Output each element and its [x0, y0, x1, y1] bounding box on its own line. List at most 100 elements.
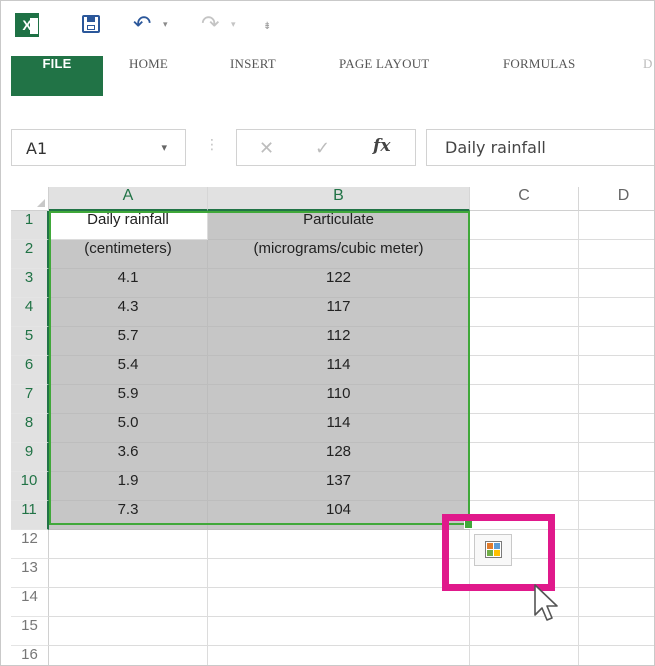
- tab-file[interactable]: FILE: [11, 56, 103, 96]
- enter-icon[interactable]: ✓: [315, 138, 330, 159]
- cell-d5[interactable]: [579, 327, 654, 356]
- row-header[interactable]: 4: [11, 298, 49, 327]
- undo-dropdown-icon[interactable]: ▾: [163, 20, 168, 30]
- cell-a12[interactable]: [49, 530, 208, 559]
- cell-a9[interactable]: 3.6: [49, 443, 208, 472]
- cell-c9[interactable]: [470, 443, 579, 472]
- cell-c16[interactable]: [470, 646, 579, 665]
- cell-d6[interactable]: [579, 356, 654, 385]
- cell-c2[interactable]: [470, 240, 579, 269]
- row-header[interactable]: 15: [11, 617, 49, 646]
- undo-icon[interactable]: ↶: [133, 12, 151, 37]
- cell-a4[interactable]: 4.3: [49, 298, 208, 327]
- cancel-icon[interactable]: ✕: [259, 138, 274, 159]
- tab-insert[interactable]: INSERT: [230, 56, 276, 96]
- row-header[interactable]: 16: [11, 646, 49, 665]
- cell-d8[interactable]: [579, 414, 654, 443]
- cell-d1[interactable]: [579, 211, 654, 240]
- cell-b9[interactable]: 128: [208, 443, 470, 472]
- cell-c11[interactable]: [470, 501, 579, 530]
- cell-b15[interactable]: [208, 617, 470, 646]
- row-header[interactable]: 9: [11, 443, 49, 472]
- cell-a11[interactable]: 7.3: [49, 501, 208, 530]
- row-header[interactable]: 12: [11, 530, 49, 559]
- row-header[interactable]: 14: [11, 588, 49, 617]
- cell-d11[interactable]: [579, 501, 654, 530]
- cell-d13[interactable]: [579, 559, 654, 588]
- cell-d12[interactable]: [579, 530, 654, 559]
- cell-a1[interactable]: Daily rainfall: [49, 211, 208, 240]
- tab-formulas[interactable]: FORMULAS: [503, 56, 575, 96]
- formula-bar-grip-icon[interactable]: ⋮: [205, 137, 219, 153]
- cell-d9[interactable]: [579, 443, 654, 472]
- insert-function-icon[interactable]: fx: [373, 136, 390, 156]
- quick-analysis-button[interactable]: [474, 534, 512, 566]
- row-header[interactable]: 1: [11, 211, 49, 240]
- cell-d10[interactable]: [579, 472, 654, 501]
- cell-a5[interactable]: 5.7: [49, 327, 208, 356]
- row-header[interactable]: 10: [11, 472, 49, 501]
- cell-a8[interactable]: 5.0: [49, 414, 208, 443]
- row-header[interactable]: 11: [11, 501, 49, 530]
- cell-a2[interactable]: (centimeters): [49, 240, 208, 269]
- cell-a10[interactable]: 1.9: [49, 472, 208, 501]
- cell-b3[interactable]: 122: [208, 269, 470, 298]
- cell-b12[interactable]: [208, 530, 470, 559]
- cell-b13[interactable]: [208, 559, 470, 588]
- cell-d3[interactable]: [579, 269, 654, 298]
- select-all-button[interactable]: [11, 187, 49, 211]
- cell-d14[interactable]: [579, 588, 654, 617]
- cell-c10[interactable]: [470, 472, 579, 501]
- cell-b4[interactable]: 117: [208, 298, 470, 327]
- cell-a7[interactable]: 5.9: [49, 385, 208, 414]
- column-header-d[interactable]: D: [579, 187, 654, 211]
- redo-icon[interactable]: ↷: [201, 12, 219, 37]
- cell-d2[interactable]: [579, 240, 654, 269]
- tab-page-layout[interactable]: PAGE LAYOUT: [339, 56, 429, 96]
- name-box[interactable]: A1 ▾: [11, 129, 186, 166]
- cell-a14[interactable]: [49, 588, 208, 617]
- cell-b8[interactable]: 114: [208, 414, 470, 443]
- row-header[interactable]: 6: [11, 356, 49, 385]
- fill-handle[interactable]: [464, 520, 473, 529]
- formula-input[interactable]: Daily rainfall: [426, 129, 654, 166]
- row-header[interactable]: 13: [11, 559, 49, 588]
- column-header-a[interactable]: A: [49, 187, 208, 211]
- column-header-b[interactable]: B: [208, 187, 470, 211]
- cell-c7[interactable]: [470, 385, 579, 414]
- cell-b7[interactable]: 110: [208, 385, 470, 414]
- tab-data-partial[interactable]: D: [643, 56, 653, 96]
- row-header[interactable]: 5: [11, 327, 49, 356]
- cell-b5[interactable]: 112: [208, 327, 470, 356]
- cell-c3[interactable]: [470, 269, 579, 298]
- cell-b10[interactable]: 137: [208, 472, 470, 501]
- cell-d16[interactable]: [579, 646, 654, 665]
- row-header[interactable]: 2: [11, 240, 49, 269]
- customize-toolbar-icon[interactable]: ⇟: [263, 21, 271, 32]
- cell-a3[interactable]: 4.1: [49, 269, 208, 298]
- chevron-down-icon[interactable]: ▾: [161, 141, 167, 154]
- row-header[interactable]: 3: [11, 269, 49, 298]
- cell-a6[interactable]: 5.4: [49, 356, 208, 385]
- cell-b11[interactable]: 104: [208, 501, 470, 530]
- cell-b2[interactable]: (micrograms/cubic meter): [208, 240, 470, 269]
- column-header-c[interactable]: C: [470, 187, 579, 211]
- redo-dropdown-icon[interactable]: ▾: [231, 20, 236, 30]
- cell-b16[interactable]: [208, 646, 470, 665]
- row-header[interactable]: 7: [11, 385, 49, 414]
- cell-c5[interactable]: [470, 327, 579, 356]
- cell-b14[interactable]: [208, 588, 470, 617]
- cell-a16[interactable]: [49, 646, 208, 665]
- cell-a13[interactable]: [49, 559, 208, 588]
- save-icon[interactable]: [82, 15, 100, 33]
- row-header[interactable]: 8: [11, 414, 49, 443]
- tab-home[interactable]: HOME: [129, 56, 168, 96]
- cell-c6[interactable]: [470, 356, 579, 385]
- cell-c4[interactable]: [470, 298, 579, 327]
- cell-d7[interactable]: [579, 385, 654, 414]
- cell-d15[interactable]: [579, 617, 654, 646]
- cell-c1[interactable]: [470, 211, 579, 240]
- cell-a15[interactable]: [49, 617, 208, 646]
- cell-c8[interactable]: [470, 414, 579, 443]
- cell-b1[interactable]: Particulate: [208, 211, 470, 240]
